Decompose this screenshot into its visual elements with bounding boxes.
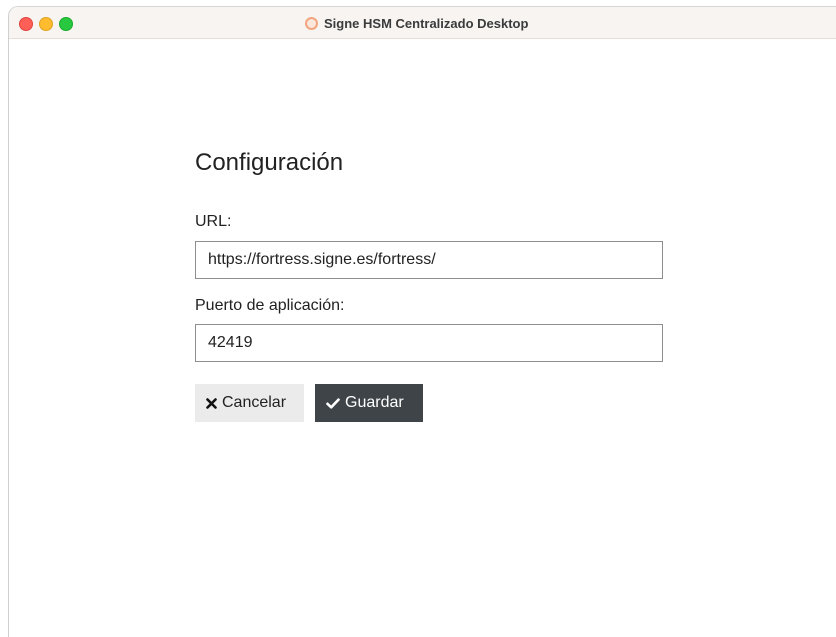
ring-icon [305,16,318,30]
maximize-window-button[interactable] [59,17,73,31]
close-window-button[interactable] [19,17,33,31]
page-title: Configuración [195,149,344,176]
save-button[interactable]: Guardar [315,384,423,422]
cancel-button[interactable]: Cancelar [195,384,304,422]
url-label: URL: [195,213,232,230]
check-icon [326,397,340,409]
title-bar[interactable]: Signe HSM Centralizado Desktop [9,7,836,39]
url-input[interactable] [195,241,663,279]
config-page: Configuración URL: Puerto de aplicación:… [9,39,836,637]
cancel-button-label: Cancelar [222,394,287,411]
port-label: Puerto de aplicación: [195,297,345,314]
save-button-label: Guardar [345,394,404,411]
window-title: Signe HSM Centralizado Desktop [324,15,529,31]
port-input[interactable] [195,324,663,362]
window-title-group: Signe HSM Centralizado Desktop [305,15,528,31]
minimize-window-button[interactable] [39,17,53,31]
app-window: Signe HSM Centralizado Desktop Configura… [8,6,836,637]
times-icon [206,397,217,409]
